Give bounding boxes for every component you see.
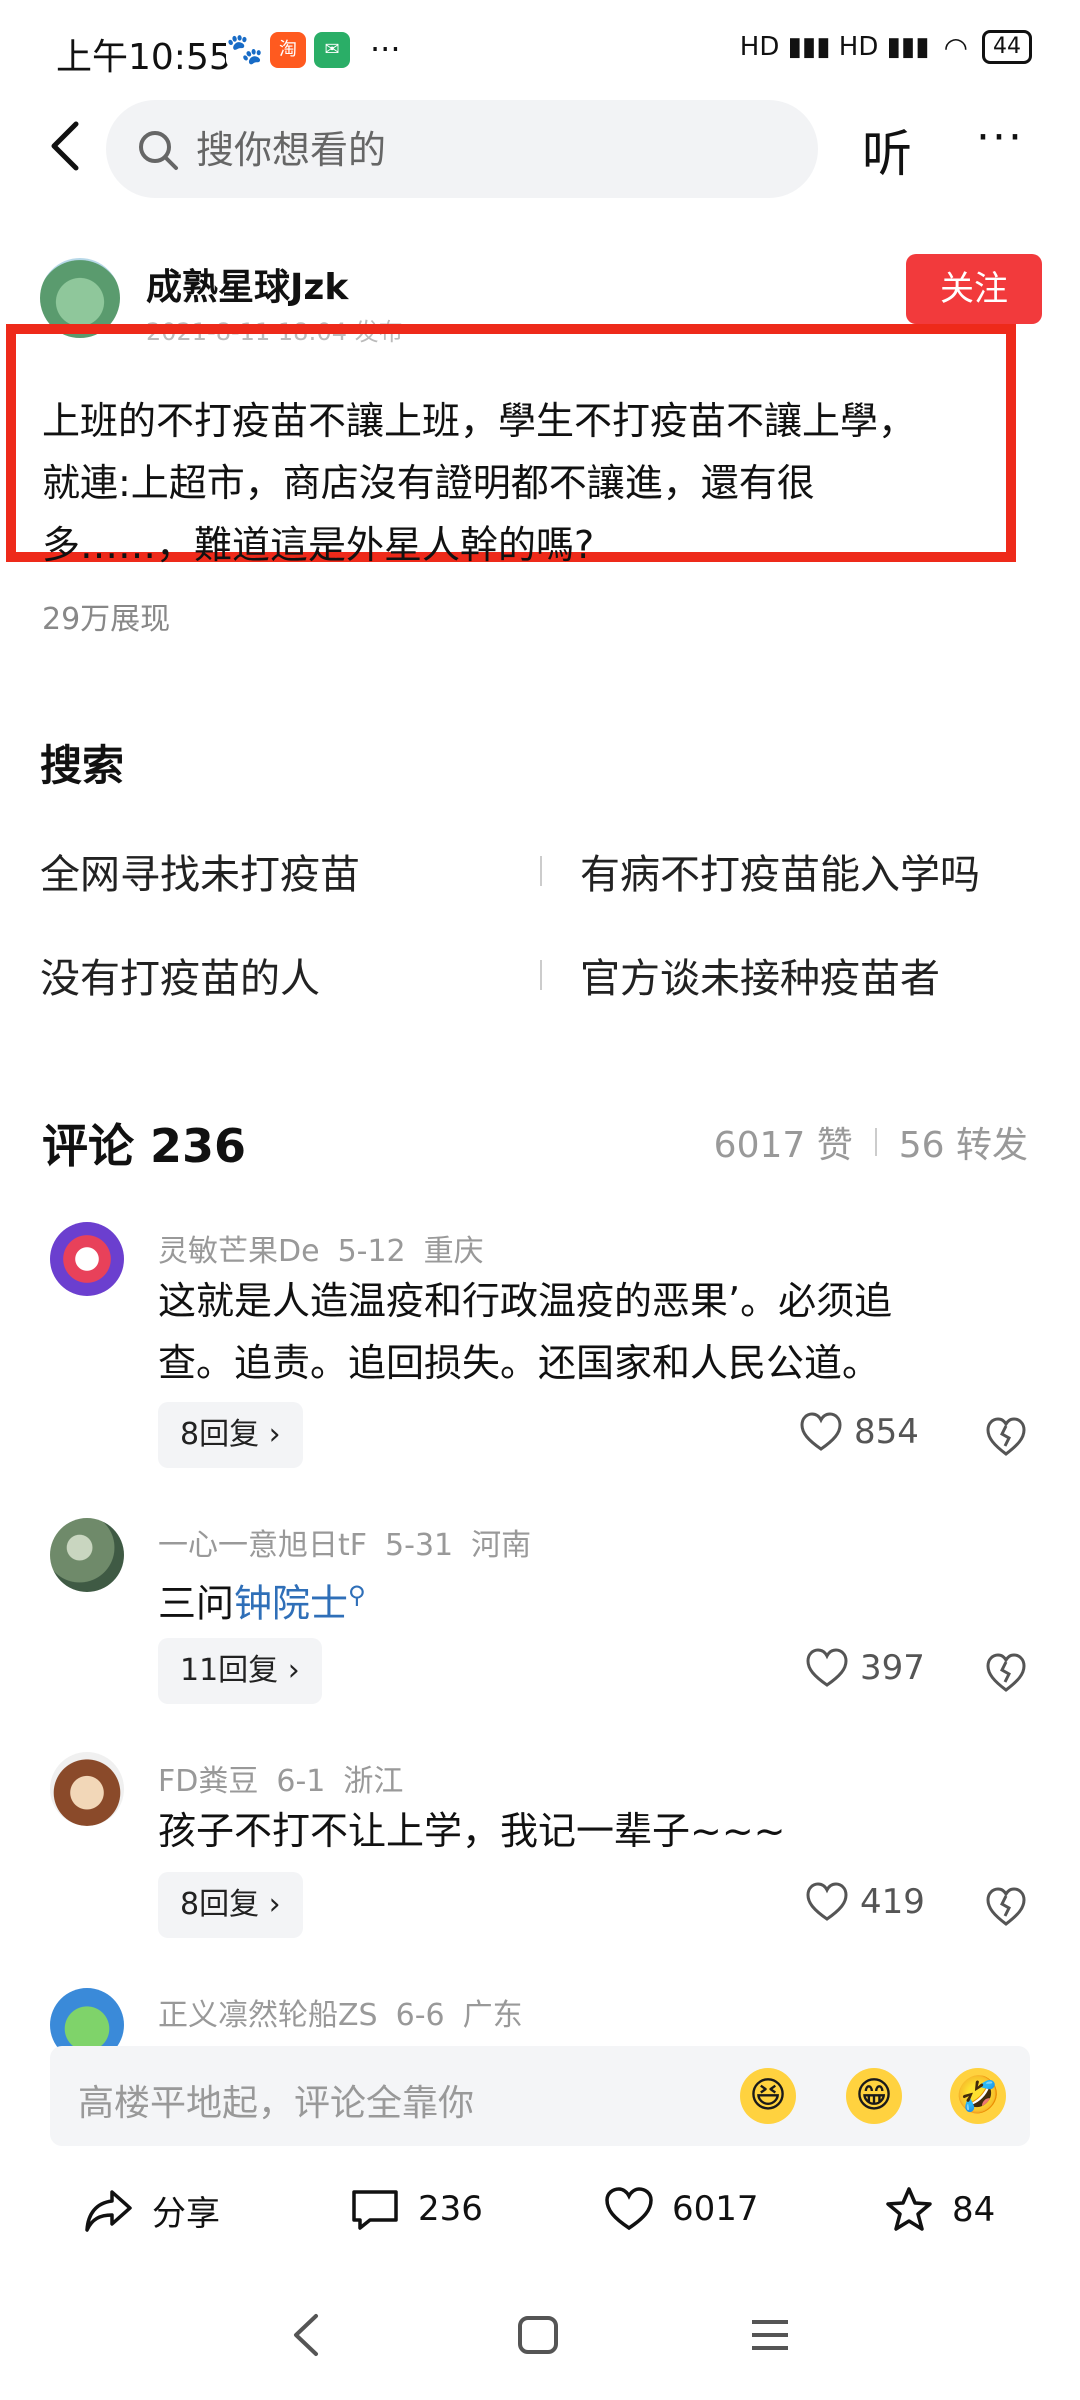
search-suggestion-4[interactable]: 官方谈未接种疫苗者 [580,946,940,1004]
share-label: 分享 [152,2194,220,2234]
search-icon [139,131,178,170]
divider [540,960,542,990]
comment-text: 孩子不打不让上学，我记一辈子~~~ [158,1800,1038,1862]
search-input[interactable] [194,100,778,200]
likes-count: 6017 [672,2189,759,2229]
rofl-emoji-icon[interactable]: 🤣 [950,2068,1006,2124]
wifi-icon: ◠ [943,30,968,64]
comment-input[interactable]: 高楼平地起，评论全靠你 😆 😁 🤣 [50,2046,1030,2146]
keyword-link[interactable]: 钟院士 [234,1582,348,1626]
views-count: 29万展现 [42,602,171,637]
comment-region: 浙江 [343,1764,404,1799]
comment-date: 5-12 [337,1234,406,1269]
comments-button[interactable]: 236 [350,2186,483,2232]
listen-button[interactable]: 听 [862,114,912,186]
follow-button[interactable]: 关注 [906,254,1042,324]
search-small-icon: ⚲ [348,1581,366,1609]
post-line-1: 上班的不打疫苗不讓上班，學生不打疫苗不讓上學， [42,399,917,443]
comment-date: 5-31 [385,1528,454,1563]
comment-date: 6-1 [276,1764,326,1799]
nav-home-icon[interactable] [516,2310,560,2360]
search-suggestion-2[interactable]: 有病不打疫苗能入学吗 [580,842,980,900]
signal-icon: HD ▮▮▮ HD ▮▮▮ [739,32,930,62]
replies-button[interactable]: 11回复 › [158,1638,322,1704]
post-line-2: 就連:上超市，商店沒有證明都不讓進，還有很 [42,461,815,505]
comment-text: 三问钟院士⚲ [158,1564,1038,1635]
comment-date: 6-6 [395,1998,445,2033]
total-shares: 56 转发 [898,1125,1028,1166]
comment-region: 河南 [471,1528,532,1563]
grinning-emoji-icon[interactable]: 😁 [846,2068,902,2124]
dislike-icon[interactable] [984,1414,1028,1458]
comment-user[interactable]: 灵敏芒果De [158,1234,320,1269]
replies-button[interactable]: 8回复 › [158,1402,303,1468]
comment-meta: 一心一意旭日tF 5-31 河南 [158,1520,549,1564]
comments-title: 评论 236 [42,1119,247,1173]
status-bar: 上午10:55 🐾 淘 ✉ ··· HD ▮▮▮ HD ▮▮▮ ◠ 44 [0,0,1080,100]
comment-icon [352,2190,398,2230]
dislike-icon[interactable] [984,1884,1028,1928]
comment-region: 广东 [462,1998,523,2033]
total-likes: 6017 赞 [713,1125,853,1166]
like-button[interactable]: 854 [800,1412,919,1452]
author-name[interactable]: 成熟星球Jzk [146,258,348,310]
back-arrow-icon [51,121,79,171]
comment-user[interactable]: 一心一意旭日tF [158,1528,367,1563]
wechat-icon: ✉ [314,32,350,68]
share-button[interactable]: 分享 [84,2186,220,2235]
comment-meta: 灵敏芒果De 5-12 重庆 [158,1226,502,1270]
comment-line: 三问 [158,1581,235,1626]
dislike-icon[interactable] [984,1650,1028,1694]
comment-region: 重庆 [423,1234,484,1269]
comment-line: 查。追责。追回损失。还国家和人民公道。 [158,1341,881,1385]
like-count: 419 [860,1882,925,1922]
comment-avatar[interactable] [50,1518,124,1592]
back-button[interactable] [40,118,96,174]
heart-icon [806,1882,848,1921]
star-icon [886,2187,932,2231]
comments-stats: 6017 赞 56 转发 [714,1116,1028,1168]
comment-meta: FD粪豆 6-1 浙江 [158,1756,421,1800]
divider [874,1128,877,1156]
like-count: 854 [854,1412,919,1452]
nav-menu-icon[interactable] [748,2310,792,2360]
share-icon [85,2189,132,2232]
more-button[interactable]: ··· [976,112,1024,163]
like-button[interactable]: 419 [806,1882,925,1922]
status-right: HD ▮▮▮ HD ▮▮▮ ◠ 44 [740,30,1032,64]
comment-user[interactable]: FD粪豆 [158,1764,258,1799]
search-section-title: 搜索 [40,741,125,790]
search-suggestion-1[interactable]: 全网寻找未打疫苗 [40,842,360,900]
comment-text: 这就是人造温疫和行政温疫的恶果’。必须追 查。追责。追回损失。还国家和人民公道。 [158,1270,1038,1394]
search-bar[interactable] [106,100,818,200]
comment-line: 这就是人造温疫和行政温疫的恶果’。必须追 [158,1279,893,1323]
replies-button[interactable]: 8回复 › [158,1872,303,1938]
battery-icon: 44 [982,30,1032,64]
comment-input-placeholder: 高楼平地起，评论全靠你 [78,2083,475,2124]
like-count: 397 [860,1648,925,1688]
status-time: 上午10:55 [56,37,232,78]
divider [540,856,542,886]
comment-meta: 正义凛然轮船ZS 6-6 广东 [158,1990,541,2034]
comments-count: 236 [418,2189,483,2229]
post-text: 上班的不打疫苗不讓上班，學生不打疫苗不讓上學， 就連:上超市，商店沒有證明都不讓… [42,390,1010,576]
favorites-count: 84 [952,2190,996,2230]
favorite-button[interactable]: 84 [884,2186,995,2234]
heart-icon [605,2187,653,2231]
paw-icon: 🐾 [226,32,264,68]
comment-line: 孩子不打不让上学，我记一辈子~~~ [158,1809,786,1853]
like-button[interactable]: 397 [806,1648,925,1688]
heart-icon [800,1412,842,1451]
comment-avatar[interactable] [50,1222,124,1296]
more-notifications-icon: ··· [370,30,401,68]
post-line-3: 多……，難道這是外星人幹的嗎? [42,523,595,567]
comment-user[interactable]: 正义凛然轮船ZS [158,1998,378,2033]
comment-avatar[interactable] [50,1752,124,1826]
taobao-icon: 淘 [270,32,306,68]
nav-back-icon[interactable] [286,2310,326,2360]
laughing-emoji-icon[interactable]: 😆 [740,2068,796,2124]
heart-icon [806,1648,848,1687]
like-post-button[interactable]: 6017 [604,2186,759,2232]
search-suggestion-3[interactable]: 没有打疫苗的人 [40,946,320,1004]
